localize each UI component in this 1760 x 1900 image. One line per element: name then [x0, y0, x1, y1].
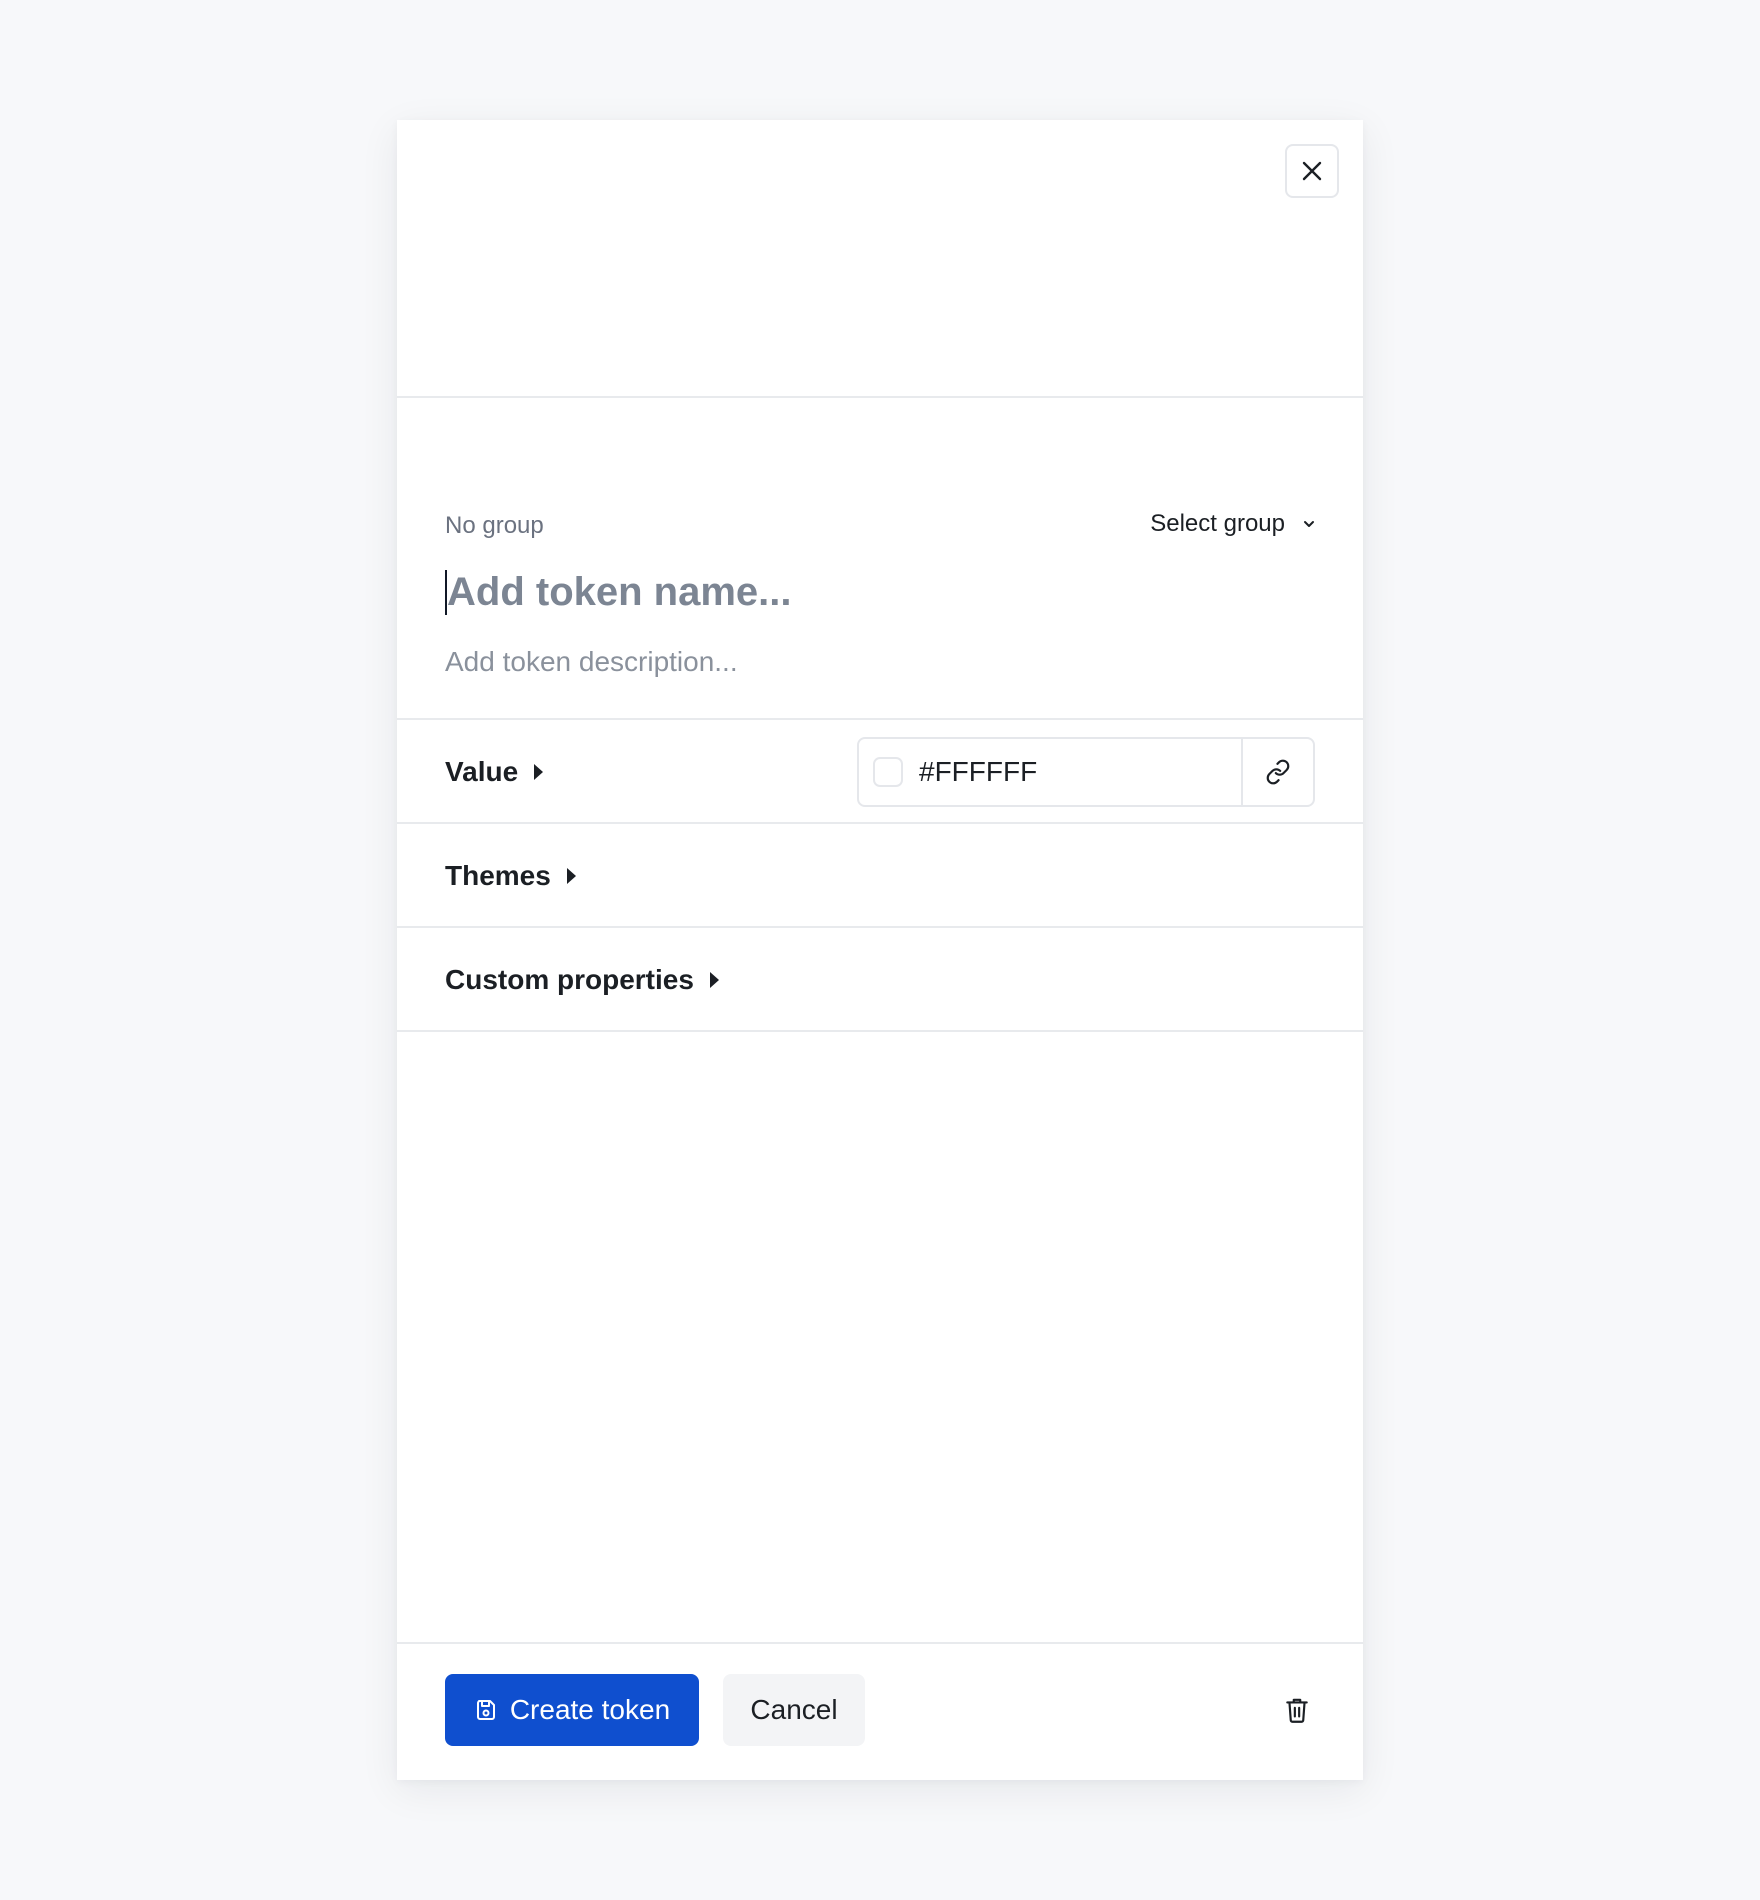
caret-right-icon — [534, 764, 544, 780]
value-label: Value — [445, 756, 519, 787]
link-icon — [1266, 759, 1290, 785]
token-description-input[interactable] — [445, 646, 1245, 678]
select-group-dropdown[interactable]: Select group — [1150, 510, 1315, 538]
token-meta: No group Select group — [445, 482, 1315, 714]
themes-section: Themes — [397, 824, 1363, 928]
save-icon — [476, 1700, 495, 1720]
caret-right-icon — [709, 972, 719, 988]
chevron-down-icon — [1304, 521, 1314, 527]
custom-properties-toggle[interactable]: Custom properties — [445, 928, 719, 1032]
close-button[interactable] — [1285, 144, 1339, 198]
token-name-input[interactable] — [445, 570, 1247, 615]
divider — [397, 396, 1363, 398]
themes-label: Themes — [445, 860, 551, 891]
token-dialog: No group Select group Value — [397, 120, 1363, 1780]
dialog-footer: Create token Cancel — [397, 1644, 1363, 1780]
themes-toggle[interactable]: Themes — [445, 824, 576, 928]
create-token-label: Create token — [509, 1694, 671, 1725]
value-section: Value — [397, 720, 1363, 824]
create-token-button[interactable]: Create token — [445, 1674, 699, 1746]
divider — [397, 1030, 1363, 1032]
value-toggle[interactable]: Value — [445, 720, 544, 824]
custom-properties-section: Custom properties — [397, 928, 1363, 1032]
close-icon — [1302, 161, 1322, 181]
caret-right-icon — [566, 868, 576, 884]
cancel-label: Cancel — [750, 1694, 838, 1725]
value-field — [857, 737, 1315, 807]
select-group-label: Select group — [1150, 510, 1285, 537]
delete-button[interactable] — [1271, 1684, 1323, 1736]
group-label: No group — [445, 512, 544, 539]
cancel-button[interactable]: Cancel — [723, 1674, 865, 1746]
value-input[interactable] — [919, 756, 1241, 788]
custom-properties-label: Custom properties — [445, 964, 694, 995]
link-button[interactable] — [1241, 739, 1313, 805]
color-swatch[interactable] — [873, 757, 903, 787]
trash-icon — [1286, 1698, 1308, 1723]
